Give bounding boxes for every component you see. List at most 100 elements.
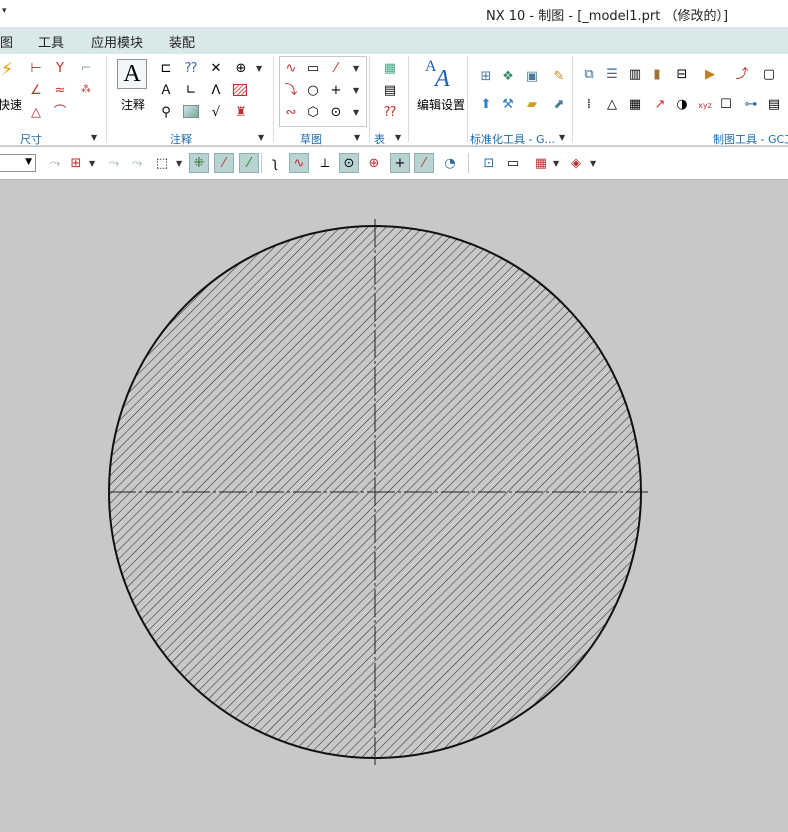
type-filter-select[interactable]: ▼ xyxy=(0,154,36,172)
tabular-note-icon[interactable]: ▦ xyxy=(382,60,398,76)
menu-application[interactable]: 应用模块 xyxy=(91,32,143,51)
parts-list-icon[interactable]: ▤ xyxy=(382,82,398,98)
std-tool-3-icon[interactable]: ▣ xyxy=(524,68,540,84)
view-layout-dropdown-icon[interactable]: ▼ xyxy=(553,159,559,168)
line-icon[interactable]: ⁄ xyxy=(328,60,344,76)
snap-intersection-icon[interactable]: ∿ xyxy=(289,153,309,173)
gc-tool-18-icon[interactable]: ▤ xyxy=(766,96,782,112)
std-tool-5-icon[interactable]: ⬆ xyxy=(478,96,494,112)
surface-symbol-icon[interactable]: √ xyxy=(208,104,224,120)
studio-spline-icon[interactable]: ∾ xyxy=(283,104,299,120)
auto-balloon-icon[interactable]: ⁇ xyxy=(382,104,398,120)
snap-enable-icon[interactable]: ⁜ xyxy=(189,153,209,173)
gc-tool-16-icon[interactable]: ☐ xyxy=(718,96,734,112)
snap-control-point-icon[interactable]: ʅ xyxy=(265,153,285,173)
select-component-icon[interactable]: ⤳ xyxy=(104,153,124,173)
ordinate-dimension-icon[interactable]: ⁂ xyxy=(78,82,94,98)
std-tool-4-icon[interactable]: ✎ xyxy=(551,68,567,84)
gc-tool-15-icon[interactable]: xyz xyxy=(697,98,713,114)
hatch-icon[interactable] xyxy=(233,84,247,96)
rectangle-icon[interactable]: ▭ xyxy=(305,60,321,76)
thickness-dimension-icon[interactable]: ≈ xyxy=(52,82,68,98)
select-body-icon[interactable]: ⤳ xyxy=(127,153,147,173)
edit-settings-label[interactable]: 编辑设置 xyxy=(417,96,465,113)
sketch-group-menu-icon[interactable]: ▼ xyxy=(354,133,360,142)
gc-tool-10-icon[interactable]: ⁞ xyxy=(581,96,597,112)
snap-general-icon[interactable]: ⤳ xyxy=(45,153,65,173)
datum-feature-icon[interactable]: Ａ xyxy=(158,82,174,98)
perimeter-dimension-icon[interactable]: ⌒ xyxy=(52,104,68,120)
view-zoom-icon[interactable]: ▭ xyxy=(503,153,523,173)
std-tool-8-icon[interactable]: ⬈ xyxy=(551,96,567,112)
snap-quadrant-icon[interactable]: ⊙ xyxy=(339,153,359,173)
drawing-canvas[interactable] xyxy=(0,181,788,828)
std-tool-1-icon[interactable]: ⊞ xyxy=(478,68,494,84)
gc-tool-14-icon[interactable]: ◑ xyxy=(674,96,690,112)
view-fit-icon[interactable]: ⊡ xyxy=(479,153,499,173)
select-mode-dropdown-icon[interactable]: ▼ xyxy=(176,159,182,168)
sketch-row3-dropdown-icon[interactable]: ▼ xyxy=(353,108,359,117)
gc-tool-1-icon[interactable]: ⧉ xyxy=(581,66,597,82)
snap-midpoint-icon[interactable]: ⁄ xyxy=(239,153,259,173)
center-mark-dropdown-icon[interactable]: ▼ xyxy=(256,64,262,73)
snap-endpoint-icon[interactable]: ⁄ xyxy=(214,153,234,173)
menu-assembly[interactable]: 装配 xyxy=(169,32,195,51)
point-icon[interactable]: + xyxy=(328,82,344,98)
id-symbol-icon[interactable]: ♜ xyxy=(233,104,249,120)
gc-tool-4-icon[interactable]: ▮ xyxy=(649,66,665,82)
snap-point-on-curve-icon[interactable]: ⊕ xyxy=(364,153,384,173)
gc-tool-6-icon[interactable]: ▶ xyxy=(702,66,718,82)
gc-tool-3-icon[interactable]: ▥ xyxy=(627,66,643,82)
sketch-row1-dropdown-icon[interactable]: ▼ xyxy=(353,64,359,73)
gc-tool-11-icon[interactable]: △ xyxy=(604,96,620,112)
feature-control-frame-icon[interactable]: ⊏ xyxy=(158,60,174,76)
linear-dimension-icon[interactable]: ⊢ xyxy=(28,60,44,76)
gc-tool-2-icon[interactable]: ☰ xyxy=(604,66,620,82)
view-layout-icon[interactable]: ▦ xyxy=(531,153,551,173)
dimension-group-menu-icon[interactable]: ▼ xyxy=(91,133,97,142)
snap-bounded-icon[interactable]: ◔ xyxy=(440,153,460,173)
gc-tool-8-icon[interactable]: ▢ xyxy=(761,66,777,82)
table-group-menu-icon[interactable]: ▼ xyxy=(395,133,401,142)
gc-tool-7-icon[interactable]: ⤴ xyxy=(734,66,750,82)
select-feature-icon[interactable]: ⊞ xyxy=(66,153,86,173)
ellipse-icon[interactable]: ⊙ xyxy=(328,104,344,120)
std-tool-6-icon[interactable]: ⚒ xyxy=(500,96,516,112)
snap-tangent-icon[interactable]: ⁄ xyxy=(414,153,434,173)
display-mode-icon[interactable]: ◈ xyxy=(566,153,586,173)
rectangle-select-icon[interactable]: ⬚ xyxy=(152,153,172,173)
snap-arc-center-icon[interactable]: ⟂ xyxy=(315,153,335,173)
std-tool-2-icon[interactable]: ❖ xyxy=(500,68,516,84)
weld-symbol-icon[interactable]: ⴷ xyxy=(208,82,224,98)
gc-tool-5-icon[interactable]: ⊟ xyxy=(674,66,690,82)
gc-tool-9-icon[interactable]: ▮ xyxy=(784,66,788,82)
menu-tools[interactable]: 工具 xyxy=(38,32,64,51)
menu-view[interactable]: 图 xyxy=(0,32,13,51)
symbol-icon[interactable]: ⚲ xyxy=(158,104,174,120)
angular-dimension-icon[interactable]: ∠ xyxy=(28,82,44,98)
arc-icon[interactable]: ⤵ xyxy=(283,82,299,98)
display-mode-dropdown-icon[interactable]: ▼ xyxy=(590,159,596,168)
polygon-icon[interactable]: ⬡ xyxy=(305,104,321,120)
sketch-row2-dropdown-icon[interactable]: ▼ xyxy=(353,86,359,95)
center-mark-icon[interactable]: ⊕ xyxy=(233,60,249,76)
circle-icon[interactable]: ○ xyxy=(305,82,321,98)
radial-dimension-icon[interactable]: Y xyxy=(52,60,68,76)
quick-access-dropdown[interactable]: ▾ xyxy=(2,6,7,16)
image-icon[interactable] xyxy=(183,105,199,118)
chamfer-dimension-icon[interactable]: ⌐ xyxy=(78,60,94,76)
gc-tool-17-icon[interactable]: ⊶ xyxy=(743,96,759,112)
edit-settings-icon[interactable]: A A xyxy=(423,58,457,92)
note-button-label[interactable]: 注释 xyxy=(121,96,145,113)
balloon-icon[interactable]: ⁇ xyxy=(183,60,199,76)
surface-finish-icon[interactable]: ∟ xyxy=(183,82,199,98)
annotation-group-menu-icon[interactable]: ▼ xyxy=(258,133,264,142)
select-feature-dropdown-icon[interactable]: ▼ xyxy=(89,159,95,168)
gc-tool-12-icon[interactable]: ▦ xyxy=(627,96,643,112)
profile-icon[interactable]: ∿ xyxy=(283,60,299,76)
snap-existing-point-icon[interactable]: + xyxy=(390,153,410,173)
arc-length-dimension-icon[interactable]: △ xyxy=(28,104,44,120)
rapid-dimension-icon[interactable]: ⚡ xyxy=(0,60,16,80)
target-point-icon[interactable]: ✕ xyxy=(208,60,224,76)
gc-tool-13-icon[interactable]: ↗ xyxy=(652,96,668,112)
